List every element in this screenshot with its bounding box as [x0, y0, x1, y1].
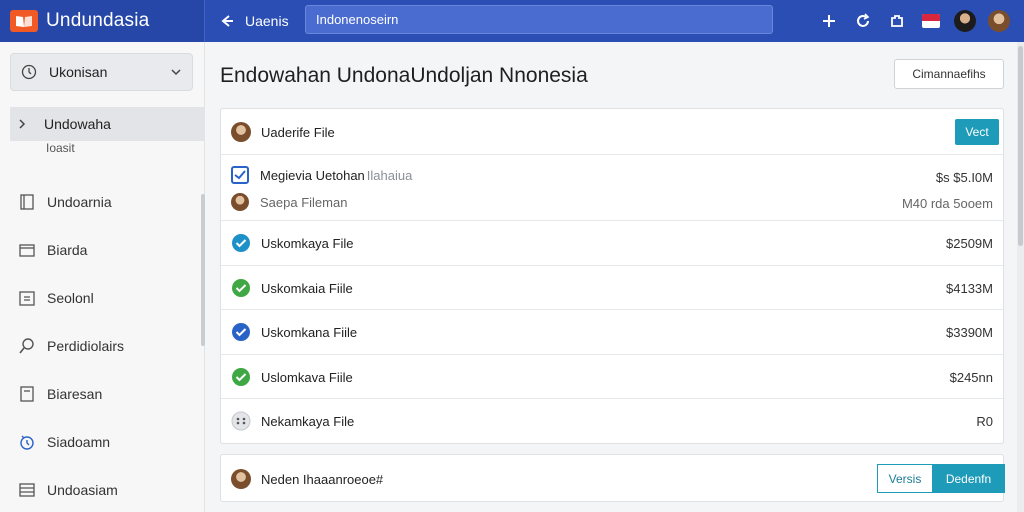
flag-icon — [922, 14, 940, 28]
document-icon — [20, 194, 34, 210]
sidebar-item-1[interactable]: Biarda — [18, 236, 193, 264]
sidebar-item-label: Undoarnia — [47, 194, 112, 210]
file-row-4[interactable]: Nekamkaya File R0 — [221, 399, 1003, 443]
sidebar-item-label: Biarda — [47, 242, 88, 258]
sidebar-item-4[interactable]: Biaresan — [18, 380, 193, 408]
sidebar-active-label: Undowaha — [44, 116, 111, 132]
sidebar-item-label: Seolonl — [47, 290, 94, 306]
top-icons — [812, 0, 1016, 42]
checkbox-checked-icon[interactable] — [231, 166, 249, 184]
user-avatar — [954, 10, 976, 32]
file-amount: $4133M — [946, 281, 993, 296]
file-label: Uslomkava Fiile — [261, 369, 353, 385]
file-row-2[interactable]: Uskomkana Fiile $3390M — [221, 310, 1003, 355]
footer-label: Neden Ihaaan — [261, 471, 343, 487]
sidebar-item-5[interactable]: Siadoamn — [18, 428, 193, 456]
top-bar: Undundasia Uaenis — [0, 0, 1024, 42]
sidebar-item-active[interactable]: Undowaha — [10, 107, 205, 141]
sidebar-item-label: Siadoamn — [47, 434, 111, 450]
profile-avatar — [988, 10, 1010, 32]
folder-icon — [19, 244, 35, 257]
plus-icon — [823, 15, 835, 27]
book-logo-icon — [10, 10, 38, 32]
file-amount: $245nn — [949, 370, 993, 385]
user-menu[interactable] — [948, 4, 982, 38]
media-avatar — [231, 193, 249, 211]
page-title: Endowahan UndonaUndoljan Nnonesia — [220, 64, 588, 87]
add-button[interactable] — [812, 4, 846, 38]
file-amount: $2509M — [946, 236, 993, 251]
search-icon — [19, 338, 34, 354]
main-content: Endowahan UndonaUndoljan Nnonesia Cimann… — [206, 42, 1024, 512]
file-label: Uskomkaya File — [261, 235, 354, 251]
media-title-muted: Ilahaiua — [366, 167, 413, 183]
refresh-button[interactable] — [846, 4, 880, 38]
workspace-select[interactable]: Ukonisan — [10, 53, 193, 91]
sidebar-item-label: Undoasiam — [47, 482, 118, 498]
pending-dots-icon — [231, 411, 251, 431]
media-row[interactable]: Megievia Uetohan Ilahaiua $s $5.I0M Saep… — [221, 155, 1003, 221]
file-icon — [20, 386, 34, 402]
compass-icon — [21, 64, 37, 80]
sidebar-item-6[interactable]: Undoasiam — [18, 476, 193, 504]
profile-menu[interactable] — [982, 4, 1016, 38]
view-button[interactable]: Vect — [955, 119, 999, 145]
file-row-0[interactable]: Uskomkaya File $2509M — [221, 221, 1003, 266]
manage-button[interactable]: Cimannaefihs — [894, 59, 1004, 89]
media-title: Megievia Uetohan — [260, 167, 365, 183]
file-row-1[interactable]: Uskomkaia Fiile $4133M — [221, 266, 1003, 310]
chevron-right-icon — [19, 119, 26, 129]
uploader-avatar — [231, 122, 251, 142]
file-amount: $3390M — [946, 325, 993, 340]
sidebar: Ukonisan Undowaha Ioasit Undoarnia Biard… — [0, 42, 205, 512]
card-header-row: Uaderife File Vect — [221, 109, 1003, 155]
media-sub: Saepa Fileman — [260, 194, 348, 210]
sidebar-item-0[interactable]: Undoarnia — [18, 188, 193, 216]
grid-icon — [19, 483, 35, 497]
check-circle-green-icon — [232, 279, 250, 297]
footer-card: Neden Ihaaan roeoe# Versis Dedenfn — [220, 454, 1005, 502]
file-label: Uskomkana Fiile — [261, 324, 358, 340]
arrow-left-icon — [221, 15, 233, 27]
sidebar-scrollbar[interactable] — [201, 194, 205, 346]
header-label: Uaderife File — [261, 124, 335, 140]
file-row-3[interactable]: Uslomkava Fiile $245nn — [221, 355, 1003, 399]
puzzle-icon — [891, 15, 903, 27]
file-label: Uskomkaia Fiile — [261, 280, 353, 296]
sidebar-active-sub: Ioasit — [46, 141, 75, 155]
footer-avatar — [231, 469, 251, 489]
sidebar-item-2[interactable]: Seolonl — [18, 284, 193, 312]
details-button[interactable]: Dedenfn — [932, 464, 1005, 493]
search-input[interactable] — [305, 5, 773, 34]
files-card: Uaderife File Vect Megievia Uetohan Ilah… — [220, 108, 1004, 444]
chevron-down-icon — [171, 69, 181, 76]
check-circle-green-icon — [232, 368, 250, 386]
clock-icon — [20, 435, 34, 450]
check-circle-teal-icon — [232, 234, 250, 252]
version-button[interactable]: Versis — [877, 464, 933, 493]
refresh-icon — [857, 13, 870, 27]
extensions-button[interactable] — [880, 4, 914, 38]
media-sub-right: M40 rda 5ooem — [901, 196, 993, 211]
calendar-icon — [19, 291, 35, 306]
back-button[interactable]: Uaenis — [219, 13, 289, 29]
back-label: Uaenis — [245, 13, 289, 29]
sidebar-item-3[interactable]: Perdidiolairs — [18, 332, 193, 360]
language-button[interactable] — [914, 4, 948, 38]
app-title: Undundasia — [46, 10, 150, 31]
sidebar-item-label: Perdidiolairs — [47, 338, 125, 354]
brand[interactable]: Undundasia — [0, 0, 205, 42]
sidebar-item-label: Biaresan — [47, 386, 103, 402]
footer-label-accent: roeoe# — [342, 471, 384, 487]
page-scrollbar[interactable] — [1017, 42, 1024, 512]
check-circle-blue-icon — [232, 323, 250, 341]
file-amount: R0 — [976, 414, 993, 429]
file-label: Nekamkaya File — [261, 413, 355, 429]
media-amount: $s $5.I0M — [935, 170, 993, 185]
workspace-label: Ukonisan — [49, 64, 108, 80]
